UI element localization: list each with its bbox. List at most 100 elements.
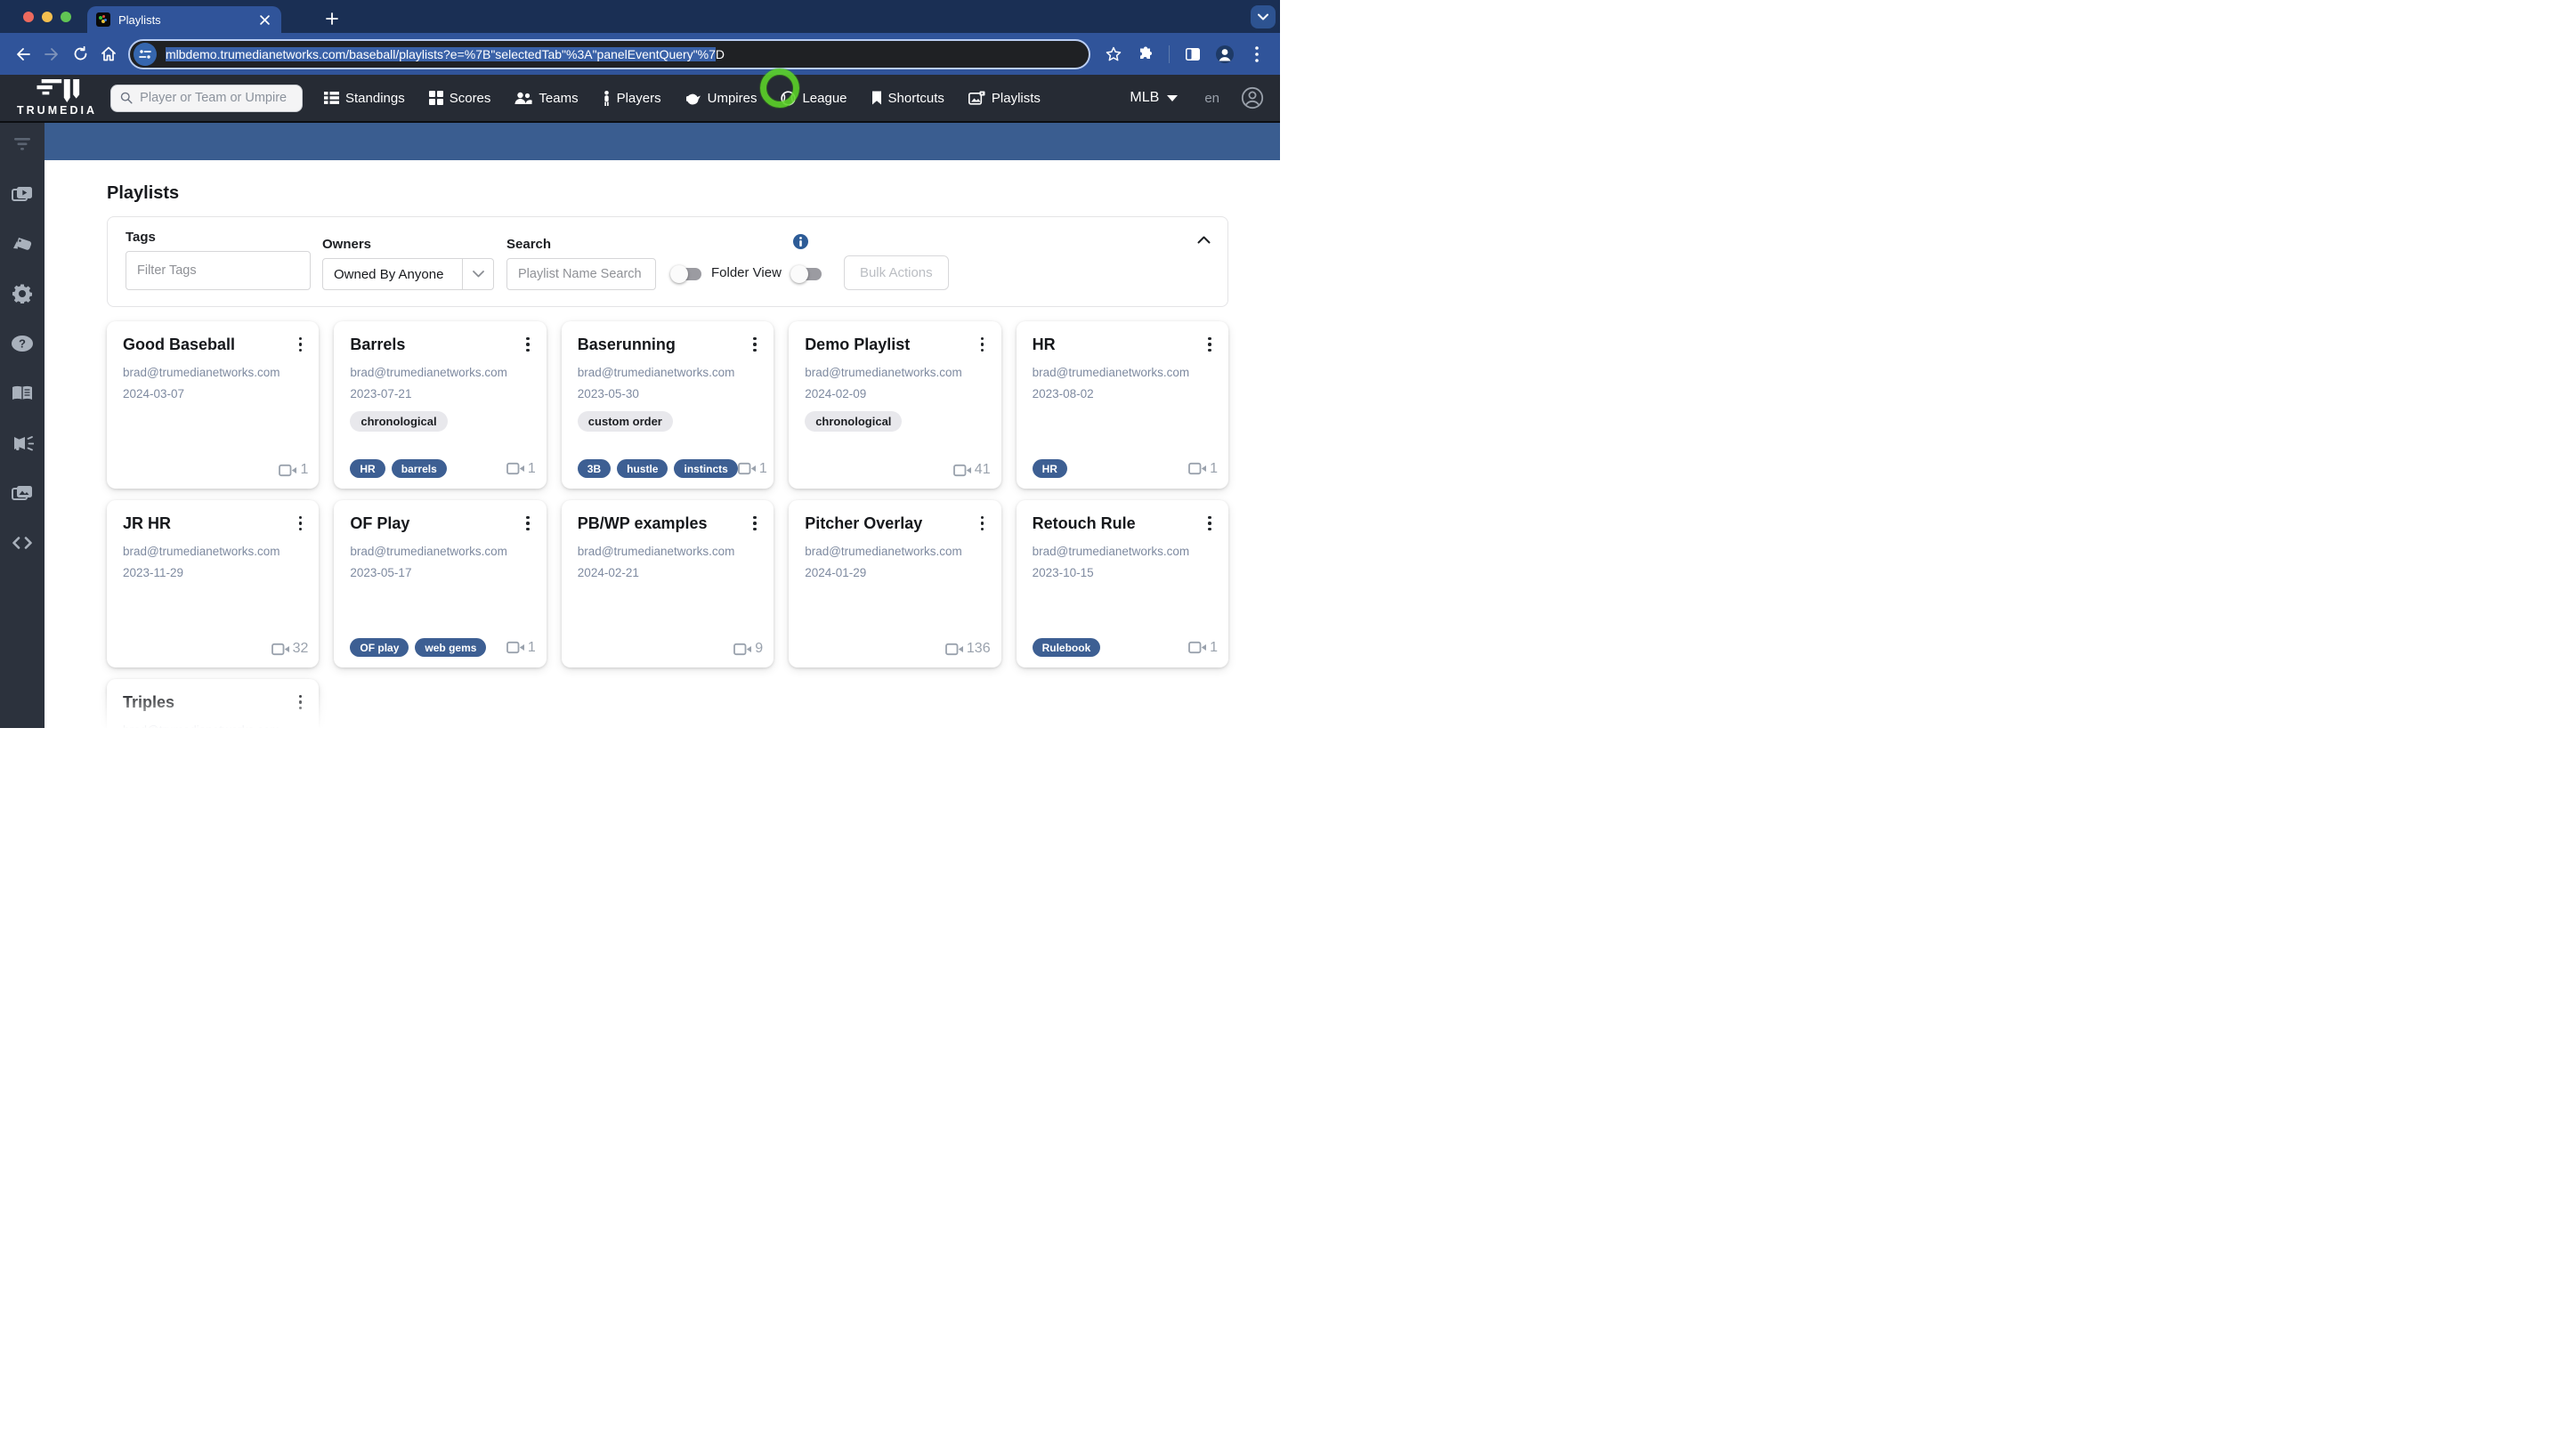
card-menu-kebab-icon[interactable] — [973, 334, 992, 355]
nav-item-players[interactable]: Players — [603, 90, 661, 106]
video-count: 1 — [506, 461, 536, 477]
minimize-window-button[interactable] — [42, 12, 53, 22]
card-menu-kebab-icon[interactable] — [518, 334, 538, 355]
card-menu-kebab-icon[interactable] — [1200, 334, 1219, 355]
owners-select[interactable]: Owned By Anyone — [322, 258, 494, 290]
tag-pill: OF play — [350, 638, 409, 657]
site-settings-icon[interactable] — [134, 42, 157, 66]
folder-view-toggle[interactable] — [670, 264, 704, 284]
playlist-name-search-input[interactable] — [506, 258, 656, 290]
playlist-title: OF Play — [350, 514, 410, 532]
playlist-owner: brad@trumedianetworks.com — [577, 366, 735, 379]
toolbar-divider — [1169, 44, 1170, 63]
code-icon[interactable] — [11, 531, 34, 554]
card-menu-kebab-icon[interactable] — [290, 692, 310, 713]
folder-view-label: Folder View — [711, 265, 782, 280]
account-icon[interactable] — [1239, 85, 1266, 111]
video-count: 41 — [952, 462, 991, 478]
tag-pill: Rulebook — [1032, 638, 1101, 657]
playlist-title: Triples — [123, 693, 175, 711]
bulk-select-toggle[interactable] — [790, 264, 824, 284]
playlist-card[interactable]: OF Play brad@trumedianetworks.com 2023-0… — [334, 500, 547, 667]
tab-search-button[interactable] — [1251, 5, 1276, 28]
playlist-card[interactable]: Good Baseball brad@trumedianetworks.com … — [107, 321, 320, 489]
reload-icon[interactable] — [66, 40, 94, 69]
nav-item-scores[interactable]: Scores — [428, 91, 490, 106]
playlist-owner: brad@trumedianetworks.com — [1032, 545, 1190, 558]
nav-item-teams[interactable]: Teams — [514, 91, 579, 106]
home-icon[interactable] — [94, 40, 123, 69]
new-tab-button[interactable] — [320, 7, 344, 30]
filter-tags-input[interactable] — [126, 251, 311, 290]
browser-tab[interactable]: Playlists — [87, 6, 281, 33]
nav-item-league[interactable]: League — [781, 91, 847, 106]
nav-item-umpires[interactable]: Umpires — [685, 91, 757, 106]
card-menu-kebab-icon[interactable] — [1200, 513, 1219, 534]
tab-close-icon[interactable] — [256, 12, 272, 28]
teams-icon — [514, 92, 533, 104]
close-window-button[interactable] — [23, 12, 34, 22]
nav-items: Standings Scores Teams Players Umpires L… — [324, 90, 1041, 106]
nav-item-shortcuts[interactable]: Shortcuts — [871, 91, 944, 106]
card-menu-kebab-icon[interactable] — [290, 334, 310, 355]
video-camera-icon — [733, 643, 752, 655]
global-search[interactable] — [110, 84, 303, 112]
nav-item-standings[interactable]: Standings — [324, 91, 405, 106]
playlist-card[interactable]: Pitcher Overlay brad@trumedianetworks.co… — [789, 500, 1001, 667]
video-count-value: 41 — [974, 462, 991, 477]
card-menu-kebab-icon[interactable] — [290, 513, 310, 534]
global-search-input[interactable] — [140, 91, 293, 105]
extensions-icon[interactable] — [1131, 40, 1160, 69]
league-selector[interactable]: MLB — [1130, 90, 1179, 106]
playlist-card[interactable]: Baserunning brad@trumedianetworks.com 20… — [561, 321, 774, 489]
forward-icon[interactable] — [37, 40, 66, 69]
video-count-value: 1 — [1210, 639, 1218, 655]
docs-book-icon[interactable] — [11, 382, 34, 405]
bulk-actions-button[interactable]: Bulk Actions — [843, 255, 949, 290]
video-count-value: 32 — [292, 641, 309, 656]
playlist-card[interactable]: PB/WP examples brad@trumedianetworks.com… — [561, 500, 774, 667]
maximize-window-button[interactable] — [61, 12, 71, 22]
video-count-value: 9 — [755, 641, 764, 656]
nav-label: Standings — [345, 90, 405, 106]
trumedia-logo[interactable]: TRUMEDIA — [14, 79, 100, 117]
card-footer: 3B hustle instincts 1 — [577, 459, 767, 478]
side-panel-icon[interactable] — [1179, 40, 1207, 69]
card-menu-kebab-icon[interactable] — [973, 513, 992, 534]
playlist-card[interactable]: Retouch Rule brad@trumedianetworks.com 2… — [1016, 500, 1228, 667]
nav-item-playlists[interactable]: Playlists — [968, 91, 1041, 106]
brand-name: TRUMEDIA — [17, 104, 97, 117]
chevron-down-icon — [463, 271, 493, 278]
card-footer: HR barrels 1 — [350, 459, 536, 478]
bookmark-star-icon[interactable] — [1099, 40, 1128, 69]
collapse-panel-chevron-up-icon[interactable] — [1194, 230, 1213, 249]
playlist-card[interactable]: HR brad@trumedianetworks.com 2023-08-02 … — [1016, 321, 1228, 489]
card-menu-kebab-icon[interactable] — [518, 513, 538, 534]
info-icon[interactable] — [792, 234, 808, 249]
video-playlist-icon[interactable] — [11, 182, 34, 206]
playlist-card[interactable]: Triples brad@trumedianetworks.com — [107, 679, 320, 728]
card-menu-kebab-icon[interactable] — [745, 513, 765, 534]
browser-toolbar: mlbdemo.trumedianetworks.com/baseball/pl… — [0, 33, 1280, 108]
playlist-card[interactable]: JR HR brad@trumedianetworks.com 2023-11-… — [107, 500, 320, 667]
browser-profile-avatar[interactable] — [1211, 40, 1239, 69]
video-camera-icon — [506, 641, 524, 654]
video-count-value: 1 — [527, 639, 536, 655]
filter-icon[interactable] — [11, 133, 34, 156]
playlist-card[interactable]: Demo Playlist brad@trumedianetworks.com … — [789, 321, 1001, 489]
nav-label: League — [802, 90, 847, 106]
card-menu-kebab-icon[interactable] — [745, 334, 765, 355]
settings-gear-icon[interactable] — [11, 282, 34, 305]
card-footer: 1 — [123, 462, 308, 478]
nav-label: Umpires — [707, 90, 757, 106]
playlist-owner: brad@trumedianetworks.com — [123, 724, 303, 728]
help-icon[interactable]: ? — [11, 332, 34, 355]
tags-icon[interactable] — [11, 232, 34, 255]
locale-label[interactable]: en — [1204, 91, 1219, 106]
announcements-megaphone-icon[interactable] — [11, 432, 34, 455]
url-bar[interactable]: mlbdemo.trumedianetworks.com/baseball/pl… — [128, 38, 1090, 69]
media-gallery-icon[interactable] — [11, 481, 34, 505]
browser-menu-kebab-icon[interactable] — [1243, 40, 1271, 69]
back-icon[interactable] — [9, 40, 37, 69]
playlist-card[interactable]: Barrels brad@trumedianetworks.com 2023-0… — [334, 321, 547, 489]
